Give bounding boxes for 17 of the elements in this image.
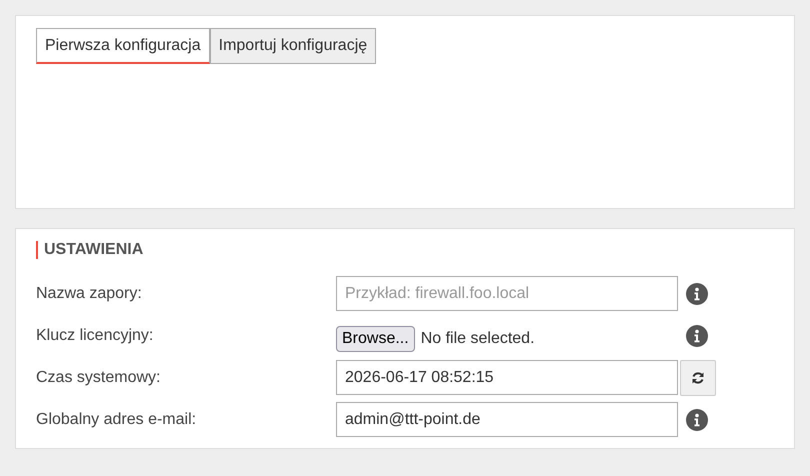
browse-button[interactable]: Browse... (336, 326, 415, 352)
refresh-icon (691, 370, 705, 384)
text-field[interactable]: admin@ttt-point.de (336, 402, 678, 437)
section-title: USTAWIENIA (36, 241, 144, 259)
info-icon[interactable] (686, 282, 708, 304)
info-icon[interactable] (686, 324, 708, 346)
tab[interactable]: Importuj konfigurację (210, 28, 376, 64)
text-field[interactable]: Przykład: firewall.foo.local (336, 276, 678, 311)
text-field[interactable]: 2026-06-17 08:52:15 (336, 360, 678, 395)
tab[interactable]: Pierwsza konfiguracja (36, 28, 210, 64)
field-label: Nazwa zapory: (36, 284, 143, 302)
file-status: No file selected. (420, 330, 535, 348)
field-label: Globalny adres e-mail: (36, 410, 198, 428)
info-icon[interactable] (686, 408, 708, 430)
field-label: Czas systemowy: (36, 368, 162, 386)
refresh-button[interactable] (680, 360, 716, 396)
field-label: Klucz licencyjny: (36, 326, 154, 344)
